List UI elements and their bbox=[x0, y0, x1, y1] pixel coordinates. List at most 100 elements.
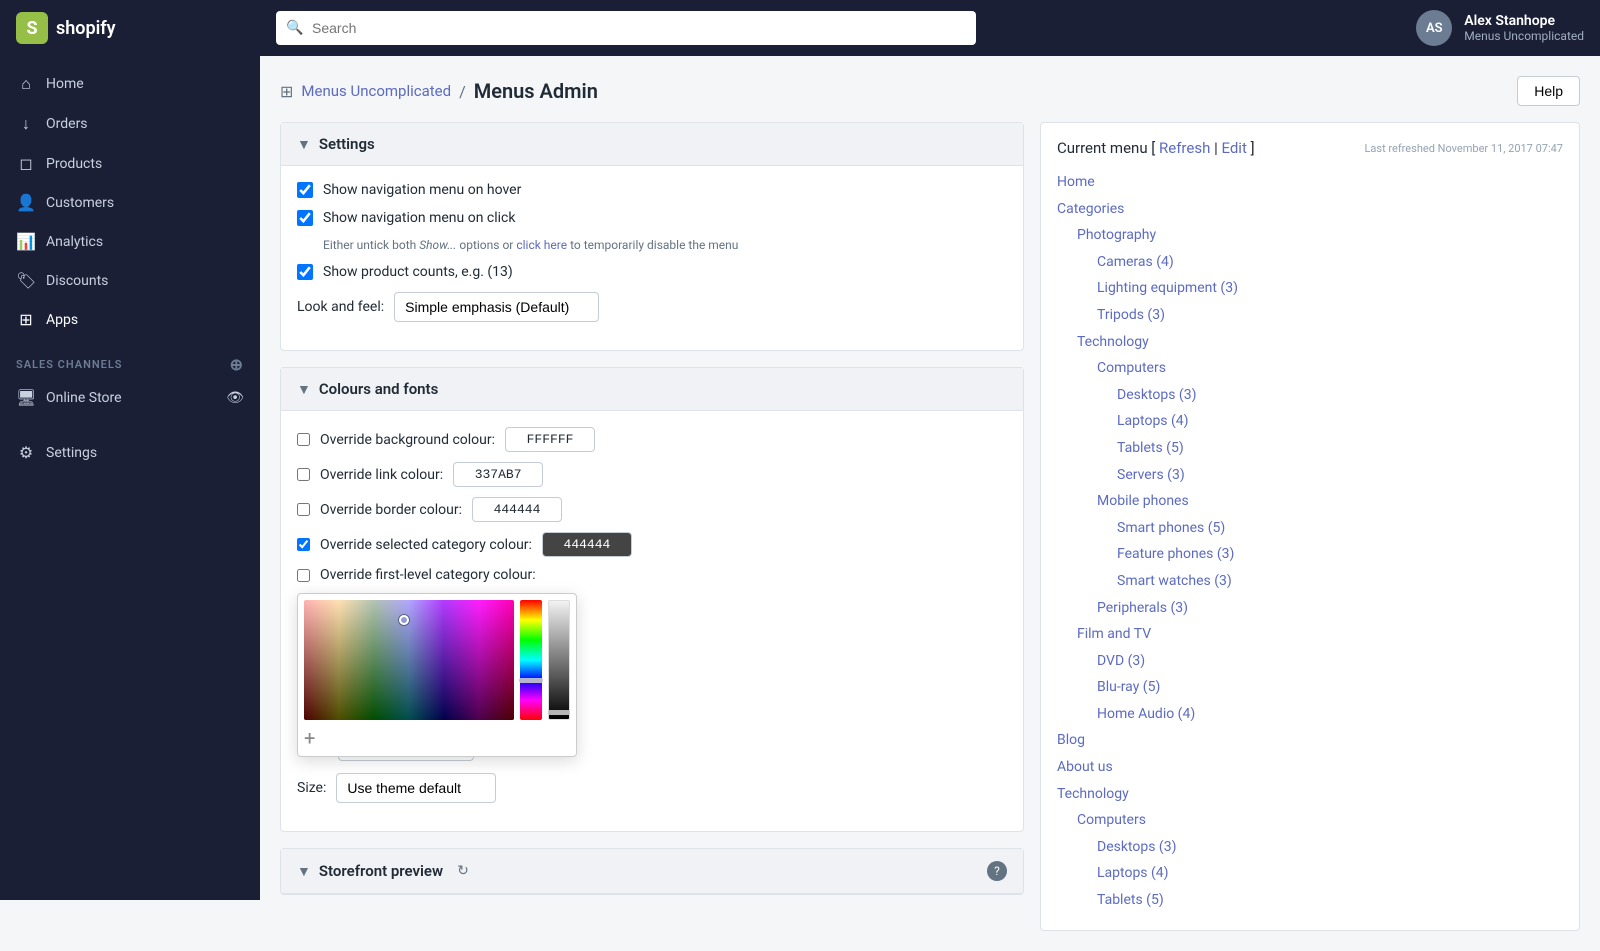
analytics-icon: 📊 bbox=[16, 232, 36, 251]
menu-item[interactable]: Computers bbox=[1057, 807, 1563, 834]
show-hover-checkbox[interactable] bbox=[297, 182, 313, 198]
settings-icon: ⚙ bbox=[16, 443, 36, 462]
color-picker-bottom: + bbox=[304, 726, 570, 750]
edit-link[interactable]: Edit bbox=[1221, 139, 1246, 157]
colours-card-header[interactable]: ▼ Colours and fonts bbox=[281, 368, 1023, 411]
storefront-card-header[interactable]: ▼ Storefront preview ↻ ? bbox=[281, 849, 1023, 894]
storefront-help-icon[interactable]: ? bbox=[987, 861, 1007, 881]
menu-item[interactable]: Tripods (3) bbox=[1057, 302, 1563, 329]
colour-selected-checkbox[interactable] bbox=[297, 538, 310, 551]
bracket-close: ] bbox=[1247, 139, 1255, 157]
menu-item[interactable]: Tablets (5) bbox=[1057, 887, 1563, 914]
menu-item[interactable]: Peripherals (3) bbox=[1057, 595, 1563, 622]
main-content: ⊞ Menus Uncomplicated / Menus Admin Help… bbox=[260, 56, 1600, 951]
sidebar-item-settings[interactable]: ⚙ Settings bbox=[0, 433, 260, 472]
color-gradient-area[interactable] bbox=[304, 600, 514, 720]
menu-item[interactable]: Desktops (3) bbox=[1057, 834, 1563, 861]
shopify-logo[interactable]: S shopify bbox=[16, 12, 276, 44]
colour-row-selected: Override selected category colour: 44444… bbox=[297, 532, 1007, 557]
avatar[interactable]: AS bbox=[1416, 10, 1452, 46]
colour-border-checkbox[interactable] bbox=[297, 503, 310, 516]
colours-card-title: Colours and fonts bbox=[319, 380, 438, 398]
refresh-storefront-icon[interactable]: ↻ bbox=[457, 863, 469, 879]
sidebar-label-customers: Customers bbox=[46, 195, 114, 211]
sidebar-item-analytics[interactable]: 📊 Analytics bbox=[0, 222, 260, 261]
menu-item[interactable]: Cameras (4) bbox=[1057, 249, 1563, 276]
menu-item[interactable]: Tablets (5) bbox=[1057, 435, 1563, 462]
hint-link[interactable]: click here bbox=[516, 238, 567, 252]
settings-card-title: Settings bbox=[319, 135, 375, 153]
sidebar-item-apps[interactable]: ⊞ Apps bbox=[0, 300, 260, 339]
menu-item[interactable]: Desktops (3) bbox=[1057, 382, 1563, 409]
show-hover-label: Show navigation menu on hover bbox=[323, 182, 521, 198]
hue-slider[interactable] bbox=[520, 600, 542, 720]
menu-item[interactable]: Mobile phones bbox=[1057, 488, 1563, 515]
show-click-checkbox[interactable] bbox=[297, 210, 313, 226]
sidebar-label-online-store: Online Store bbox=[46, 390, 122, 406]
menu-item[interactable]: Film and TV bbox=[1057, 621, 1563, 648]
menu-item[interactable]: Home bbox=[1057, 169, 1563, 196]
colour-border-swatch[interactable]: 444444 bbox=[472, 497, 562, 522]
add-color-icon[interactable]: + bbox=[304, 726, 315, 750]
user-info: Alex Stanhope Menus Uncomplicated bbox=[1464, 13, 1584, 43]
color-picker-inner bbox=[304, 600, 570, 720]
menu-item[interactable]: About us bbox=[1057, 754, 1563, 781]
eye-icon[interactable]: 👁 bbox=[226, 390, 244, 406]
menu-item[interactable]: Lighting equipment (3) bbox=[1057, 275, 1563, 302]
sidebar-item-products[interactable]: ◻ Products bbox=[0, 144, 260, 183]
top-nav-right: AS Alex Stanhope Menus Uncomplicated bbox=[1416, 10, 1584, 46]
menu-item[interactable]: Blu-ray (5) bbox=[1057, 674, 1563, 701]
size-select[interactable]: Use theme default Small Medium Large bbox=[336, 773, 496, 803]
breadcrumb-store-link[interactable]: Menus Uncomplicated bbox=[301, 82, 451, 100]
color-picker-popup[interactable]: + bbox=[297, 593, 577, 757]
search-icon: 🔍 bbox=[286, 20, 303, 36]
menu-item[interactable]: Servers (3) bbox=[1057, 462, 1563, 489]
menu-item[interactable]: Blog bbox=[1057, 727, 1563, 754]
colour-firstlevel-label: Override first-level category colour: bbox=[320, 567, 536, 583]
add-sales-channel-icon[interactable]: ⊕ bbox=[230, 355, 244, 374]
menu-item[interactable]: Laptops (4) bbox=[1057, 408, 1563, 435]
sidebar: ⌂ Home ↓ Orders ◻ Products 👤 Customers 📊… bbox=[0, 56, 260, 900]
show-counts-checkbox[interactable] bbox=[297, 264, 313, 280]
colour-row-link: Override link colour: 337AB7 bbox=[297, 462, 1007, 487]
colour-link-checkbox[interactable] bbox=[297, 468, 310, 481]
sidebar-item-orders[interactable]: ↓ Orders bbox=[0, 104, 260, 144]
menu-item[interactable]: Home Audio (4) bbox=[1057, 701, 1563, 728]
shopify-logo-icon: S bbox=[16, 12, 48, 44]
colours-collapse-icon: ▼ bbox=[297, 381, 311, 398]
menu-item[interactable]: DVD (3) bbox=[1057, 648, 1563, 675]
breadcrumb: ⊞ Menus Uncomplicated / Menus Admin Help bbox=[280, 76, 1580, 106]
sidebar-item-home[interactable]: ⌂ Home bbox=[0, 64, 260, 104]
colour-bg-checkbox[interactable] bbox=[297, 433, 310, 446]
menu-item[interactable]: Smart phones (5) bbox=[1057, 515, 1563, 542]
hue-handle bbox=[519, 678, 543, 683]
hint-mid: options or bbox=[456, 238, 516, 252]
colour-firstlevel-checkbox[interactable] bbox=[297, 569, 310, 582]
colour-link-swatch[interactable]: 337AB7 bbox=[453, 462, 543, 487]
sidebar-item-customers[interactable]: 👤 Customers bbox=[0, 183, 260, 222]
menu-item[interactable]: Technology bbox=[1057, 781, 1563, 808]
settings-card-header[interactable]: ▼ Settings bbox=[281, 123, 1023, 166]
menu-item[interactable]: Computers bbox=[1057, 355, 1563, 382]
help-button[interactable]: Help bbox=[1517, 76, 1580, 106]
menu-item[interactable]: Smart watches (3) bbox=[1057, 568, 1563, 595]
search-input[interactable] bbox=[276, 11, 976, 45]
colour-link-label: Override link colour: bbox=[320, 467, 443, 483]
menu-tree: HomeCategoriesPhotographyCameras (4)Ligh… bbox=[1057, 169, 1563, 914]
colour-selected-swatch[interactable]: 444444 bbox=[542, 532, 632, 557]
look-feel-select[interactable]: Simple emphasis (Default) Classic Modern bbox=[394, 292, 599, 322]
colour-row-bg: Override background colour: FFFFFF bbox=[297, 427, 1007, 452]
refresh-link[interactable]: Refresh bbox=[1159, 139, 1210, 157]
sidebar-item-online-store[interactable]: 🖥 Online Store 👁 bbox=[0, 378, 260, 417]
menu-item[interactable]: Photography bbox=[1057, 222, 1563, 249]
sidebar-item-discounts[interactable]: 🏷 Discounts bbox=[0, 261, 260, 300]
menu-item[interactable]: Categories bbox=[1057, 196, 1563, 223]
alpha-slider[interactable] bbox=[548, 600, 570, 720]
menu-item[interactable]: Technology bbox=[1057, 329, 1563, 356]
show-hover-row: Show navigation menu on hover bbox=[297, 182, 1007, 198]
search-bar[interactable]: 🔍 bbox=[276, 11, 976, 45]
menu-item[interactable]: Feature phones (3) bbox=[1057, 541, 1563, 568]
colours-card: ▼ Colours and fonts Override background … bbox=[280, 367, 1024, 832]
colour-bg-swatch[interactable]: FFFFFF bbox=[505, 427, 595, 452]
menu-item[interactable]: Laptops (4) bbox=[1057, 860, 1563, 887]
